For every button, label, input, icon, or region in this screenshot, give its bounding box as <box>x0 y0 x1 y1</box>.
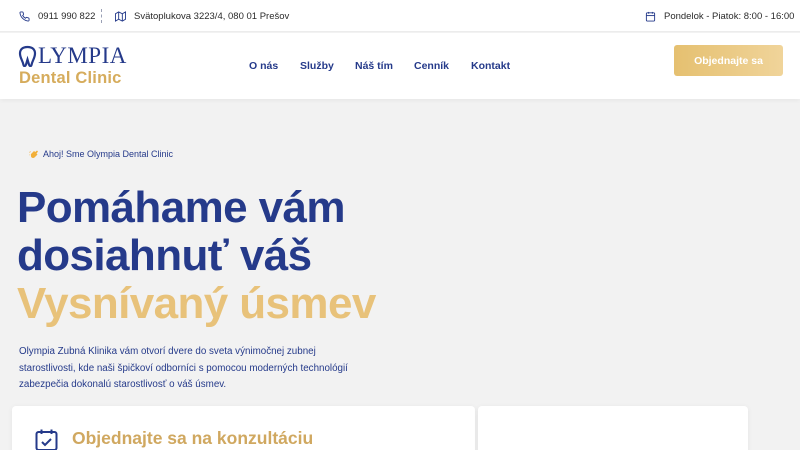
hero-description: Olympia Zubná Klinika vám otvorí dvere d… <box>19 346 348 390</box>
address-text: Svätoplukova 3223/4, 080 01 Prešov <box>134 10 290 22</box>
nav-cennik[interactable]: Cenník <box>414 33 449 99</box>
nav-nas-tim[interactable]: Náš tím <box>355 33 393 99</box>
logo-line2: Dental Clinic <box>19 69 122 87</box>
nav-o-nas[interactable]: O nás <box>249 33 278 99</box>
booking-title: Objednajte sa na konzultáciu <box>72 428 314 448</box>
calendar-icon <box>645 11 656 22</box>
hero-headline-line1: Pomáhame vám <box>17 183 345 232</box>
map-icon <box>115 10 126 22</box>
nav-kontakt[interactable]: Kontakt <box>471 33 510 99</box>
phone-contact[interactable]: 0911 990 822 <box>19 0 95 32</box>
opening-hours: Pondelok - Piatok: 8:00 - 16:00 <box>645 0 794 32</box>
address-contact[interactable]: Svätoplukova 3223/4, 080 01 Prešov <box>115 0 289 32</box>
hero-headline-line2: dosiahnuť váš <box>17 231 312 280</box>
tooth-icon <box>18 45 37 67</box>
calendar-check-icon <box>35 429 58 450</box>
logo-line1: LYMPIA <box>38 43 127 68</box>
side-card <box>478 406 748 450</box>
topbar-divider <box>101 9 102 23</box>
hours-text: Pondelok - Piatok: 8:00 - 16:00 <box>664 10 795 22</box>
logo-wordmark: LYMPIA <box>18 43 127 68</box>
nav-sluzby[interactable]: Služby <box>300 33 334 99</box>
phone-icon <box>19 10 30 21</box>
phone-number: 0911 990 822 <box>38 10 96 22</box>
hero-headline-line3: Vysnívaný úsmev <box>17 279 376 328</box>
logo[interactable]: LYMPIA Dental Clinic <box>18 43 148 90</box>
book-button[interactable]: Objednajte sa <box>674 45 783 76</box>
site-header: LYMPIA Dental Clinic O nás Služby Náš tí… <box>0 33 800 99</box>
hero-badge-text: Ahoj! Sme Olympia Dental Clinic <box>43 149 174 159</box>
hero-badge: Ahoj! Sme Olympia Dental Clinic <box>29 148 173 160</box>
waving-hand-icon <box>29 150 38 158</box>
top-info-bar: 0911 990 822 Svätoplukova 3223/4, 080 01… <box>0 0 800 32</box>
